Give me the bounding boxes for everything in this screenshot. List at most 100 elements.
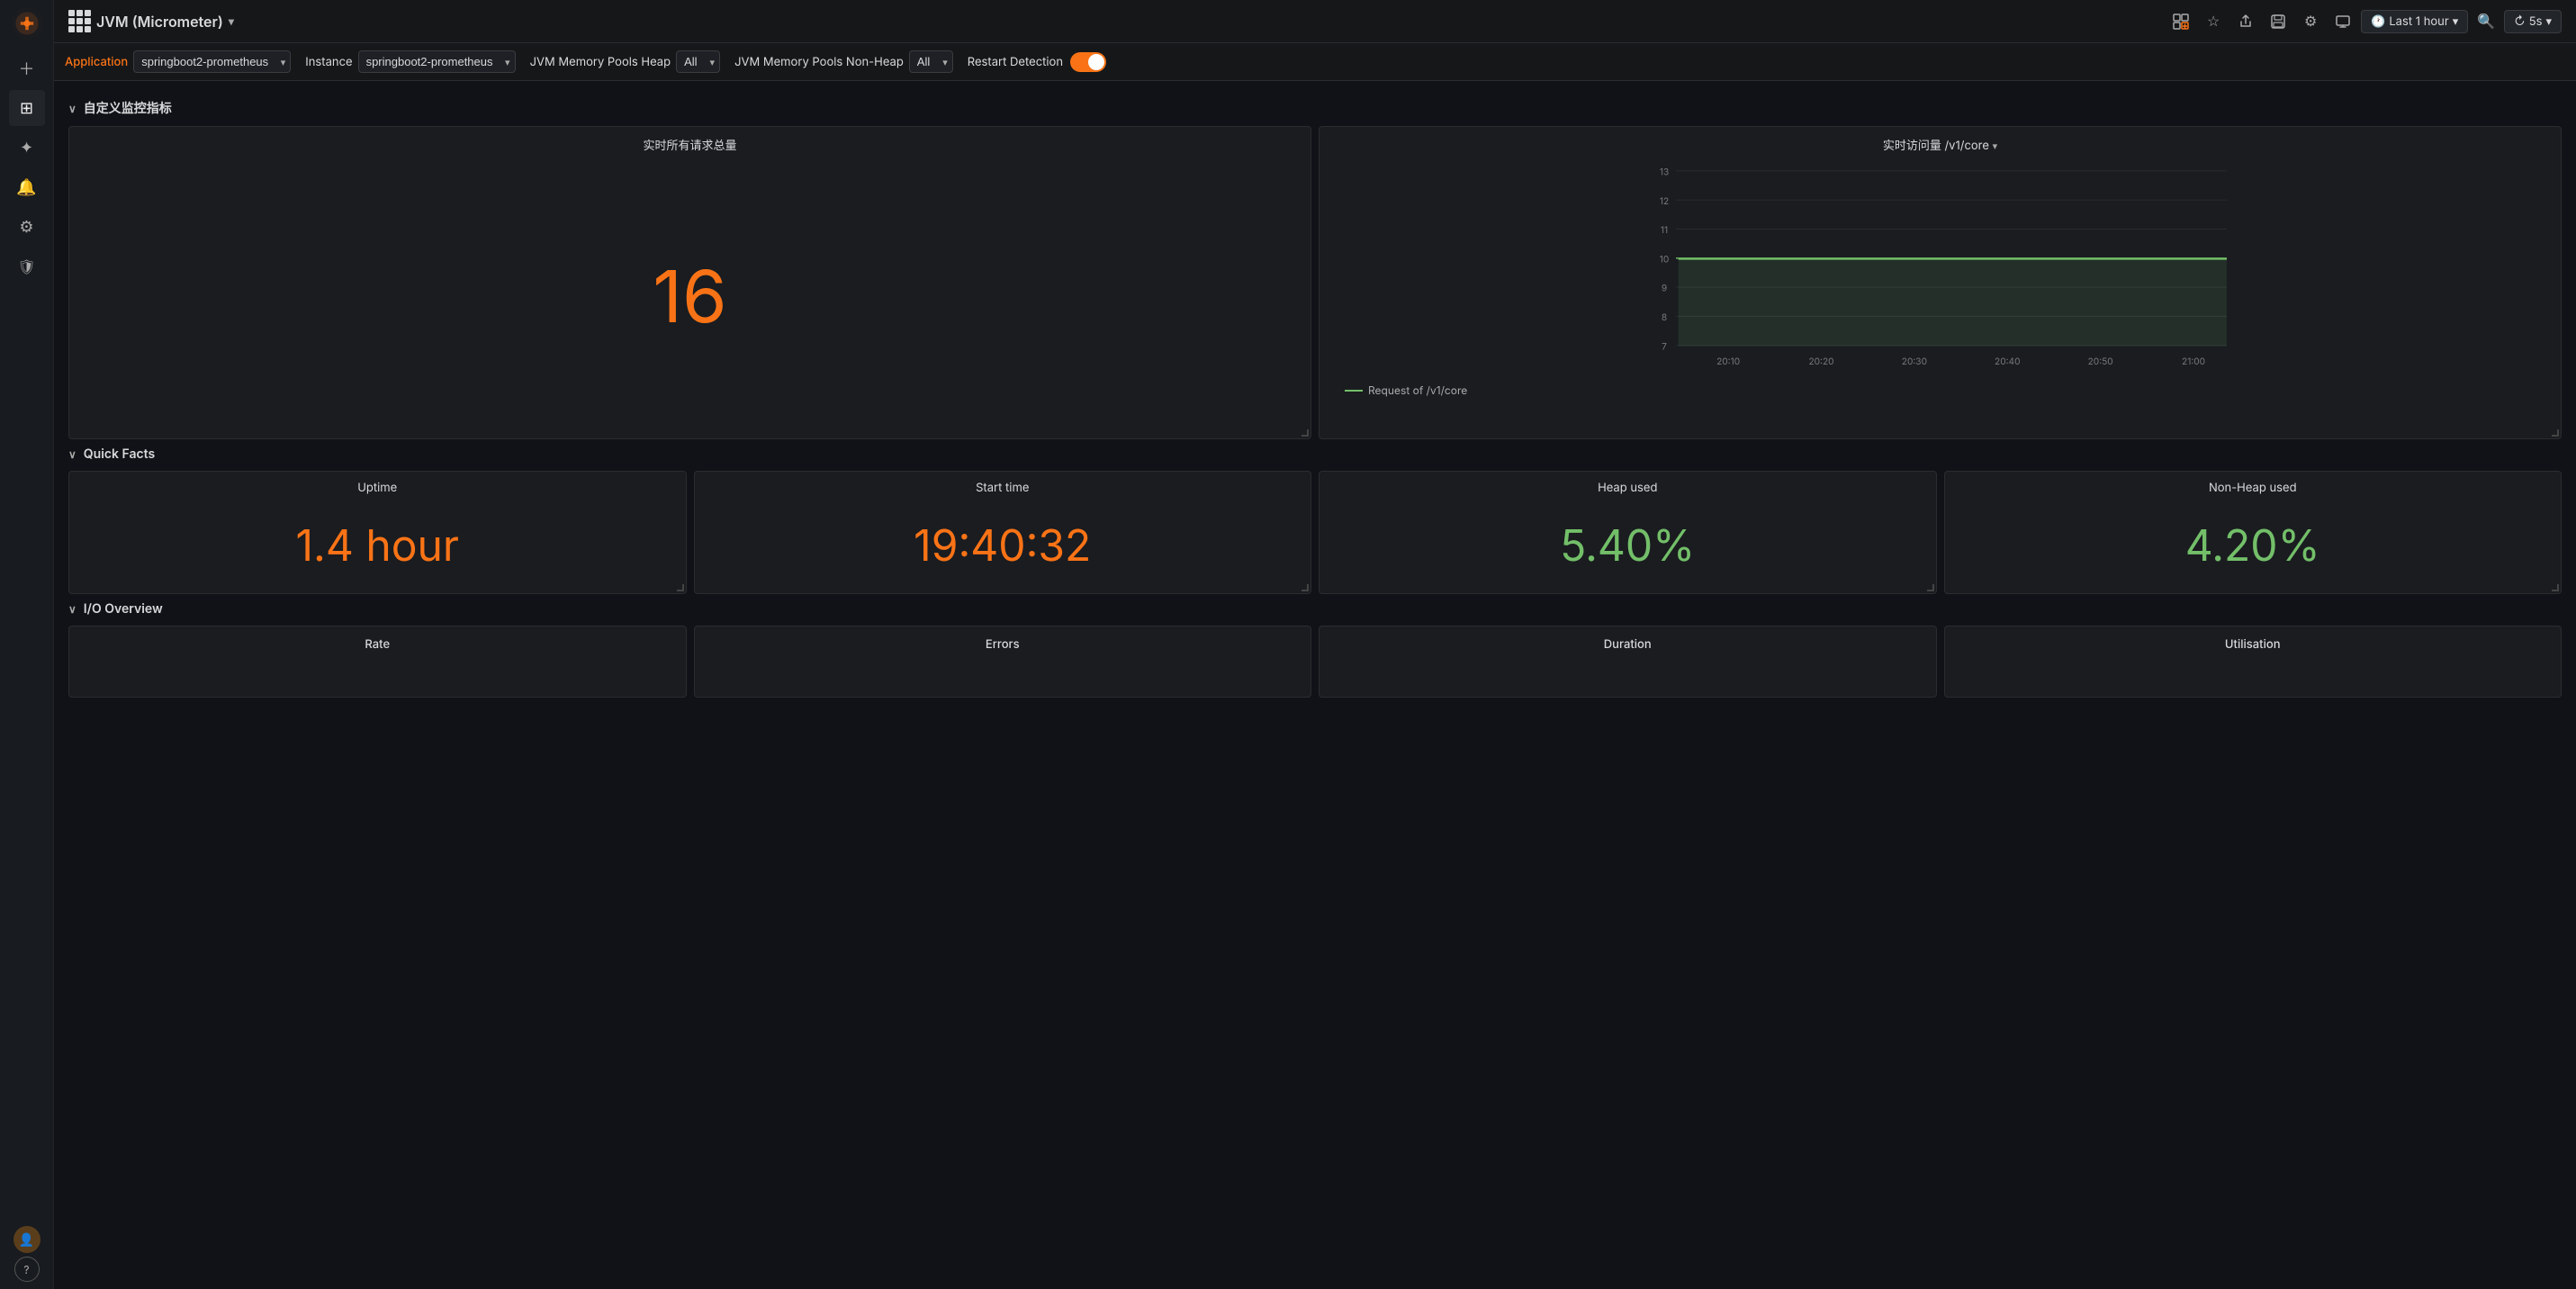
chart-panel-title: 实时访问量 /v1/core ▾ — [1320, 127, 2561, 158]
svg-text:20:40: 20:40 — [1995, 356, 2020, 367]
tv-mode-button[interactable] — [2328, 7, 2357, 36]
filterbar: Application springboot2-prometheus Insta… — [54, 43, 2576, 81]
instance-select-wrap: springboot2-prometheus — [358, 50, 516, 73]
grid-sidebar-icon[interactable]: ⊞ — [9, 90, 45, 126]
uptime-title: Uptime — [69, 472, 686, 500]
jvm-heap-select-wrap: All — [676, 50, 720, 73]
gear-sidebar-icon[interactable]: ⚙ — [9, 209, 45, 245]
uptime-panel: Uptime 1.4 hour — [68, 471, 687, 594]
errors-panel: Errors — [694, 626, 1312, 698]
dashboard-title-text: JVM (Micrometer) — [96, 13, 223, 31]
topbar-actions: ☆ ⚙ — [2166, 7, 2562, 36]
utilisation-panel: Utilisation — [1944, 626, 2562, 698]
jvm-nonheap-select-wrap: All — [909, 50, 953, 73]
jvm-heap-label: JVM Memory Pools Heap — [530, 55, 671, 69]
instance-select[interactable]: springboot2-prometheus — [358, 50, 516, 73]
dashboard-title[interactable]: JVM (Micrometer) ▾ — [68, 10, 234, 32]
share-button[interactable] — [2231, 7, 2260, 36]
heap-used-title: Heap used — [1320, 472, 1936, 500]
main-area: JVM (Micrometer) ▾ ☆ — [54, 0, 2576, 1289]
svg-text:21:00: 21:00 — [2182, 356, 2205, 367]
start-time-panel: Start time 19:40:32 — [694, 471, 1312, 594]
heap-used-resize[interactable] — [1927, 584, 1934, 591]
legend-label: Request of /v1/core — [1368, 383, 1467, 397]
nonheap-used-panel: Non-Heap used 4.20% — [1944, 471, 2562, 594]
io-overview-title: I/O Overview — [84, 601, 163, 617]
rate-panel: Rate — [68, 626, 687, 698]
settings-button[interactable]: ⚙ — [2296, 7, 2325, 36]
clock-icon: 🕐 — [2371, 14, 2385, 29]
jvm-heap-filter-group: JVM Memory Pools Heap All — [530, 50, 720, 73]
application-select[interactable]: springboot2-prometheus — [133, 50, 291, 73]
io-collapse-icon[interactable]: ∨ — [68, 602, 77, 616]
dashboard-grid-icon — [68, 10, 91, 32]
quick-facts-section-header: ∨ Quick Facts — [68, 446, 2562, 462]
chart-legend: Request of /v1/core — [1330, 378, 2550, 402]
utilisation-title: Utilisation — [1945, 626, 2562, 659]
svg-text:8: 8 — [1662, 312, 1667, 323]
help-icon[interactable]: ? — [14, 1257, 40, 1282]
add-panel-button[interactable] — [2166, 7, 2195, 36]
svg-text:7: 7 — [1662, 341, 1667, 352]
title-dropdown-icon[interactable]: ▾ — [229, 14, 234, 28]
nonheap-used-value: 4.20% — [1945, 500, 2562, 593]
io-overview-grid: Rate Errors Duration Utilisation — [68, 626, 2562, 698]
application-filter-group: Application springboot2-prometheus — [65, 50, 291, 73]
stat-panel: 实时所有请求总量 16 — [68, 126, 1311, 439]
custom-section-header: ∨ 自定义监控指标 — [68, 99, 2562, 117]
quick-facts-title: Quick Facts — [84, 446, 155, 462]
duration-title: Duration — [1320, 626, 1936, 659]
duration-panel: Duration — [1319, 626, 1937, 698]
save-button[interactable] — [2264, 7, 2292, 36]
chart-panel-resize[interactable] — [2552, 429, 2559, 437]
jvm-heap-select[interactable]: All — [676, 50, 720, 73]
heap-used-value: 5.40% — [1320, 500, 1936, 593]
refresh-interval: 5s — [2529, 14, 2543, 29]
instance-label: Instance — [305, 55, 352, 69]
user-avatar[interactable]: 👤 — [14, 1226, 41, 1253]
plus-sidebar-icon[interactable]: ＋ — [9, 50, 45, 86]
svg-text:13: 13 — [1660, 167, 1669, 177]
nonheap-used-title: Non-Heap used — [1945, 472, 2562, 500]
time-dropdown-icon: ▾ — [2453, 14, 2459, 29]
svg-text:10: 10 — [1660, 254, 1670, 265]
start-time-value: 19:40:32 — [695, 500, 1311, 593]
uptime-resize[interactable] — [677, 584, 684, 591]
compass-sidebar-icon[interactable]: ✦ — [9, 130, 45, 166]
svg-text:20:30: 20:30 — [1902, 356, 1927, 367]
stat-panel-value: 16 — [69, 158, 1311, 438]
chart-panel: 实时访问量 /v1/core ▾ 13 12 11 10 — [1319, 126, 2562, 439]
bell-sidebar-icon[interactable]: 🔔 — [9, 169, 45, 205]
start-time-title: Start time — [695, 472, 1311, 500]
quick-facts-collapse-icon[interactable]: ∨ — [68, 447, 77, 461]
uptime-value: 1.4 hour — [69, 500, 686, 593]
shield-sidebar-icon[interactable]: 🛡 — [9, 248, 45, 284]
chart-title-text: 实时访问量 /v1/core — [1883, 139, 1989, 153]
custom-panels-grid: 实时所有请求总量 16 实时访问量 /v1/core ▾ 13 12 — [68, 126, 2562, 439]
nonheap-used-resize[interactable] — [2552, 584, 2559, 591]
zoom-out-button[interactable]: 🔍 — [2472, 7, 2500, 36]
custom-section-title: 自定义监控指标 — [84, 99, 172, 117]
topbar: JVM (Micrometer) ▾ ☆ — [54, 0, 2576, 43]
legend-line — [1345, 390, 1363, 392]
star-button[interactable]: ☆ — [2199, 7, 2228, 36]
start-time-resize[interactable] — [1302, 584, 1309, 591]
application-select-wrap: springboot2-prometheus — [133, 50, 291, 73]
time-range-picker[interactable]: 🕐 Last 1 hour ▾ — [2361, 10, 2468, 33]
quick-facts-grid: Uptime 1.4 hour Start time 19:40:32 Heap… — [68, 471, 2562, 594]
chart-container: 13 12 11 10 9 8 7 — [1320, 158, 2561, 438]
svg-text:20:10: 20:10 — [1716, 356, 1740, 367]
grafana-logo[interactable] — [11, 7, 43, 40]
svg-text:20:20: 20:20 — [1808, 356, 1833, 367]
application-label: Application — [65, 55, 128, 69]
chart-dropdown-icon[interactable]: ▾ — [1993, 140, 1998, 152]
custom-collapse-icon[interactable]: ∨ — [68, 102, 77, 115]
jvm-nonheap-select[interactable]: All — [909, 50, 953, 73]
svg-text:9: 9 — [1662, 284, 1667, 294]
refresh-icon: ↻ — [2514, 14, 2525, 29]
restart-detection-toggle[interactable] — [1070, 52, 1106, 72]
stat-panel-resize[interactable] — [1302, 429, 1309, 437]
stat-panel-title: 实时所有请求总量 — [69, 127, 1311, 158]
time-range-label: Last 1 hour — [2389, 14, 2448, 29]
refresh-picker[interactable]: ↻ 5s ▾ — [2504, 10, 2562, 33]
